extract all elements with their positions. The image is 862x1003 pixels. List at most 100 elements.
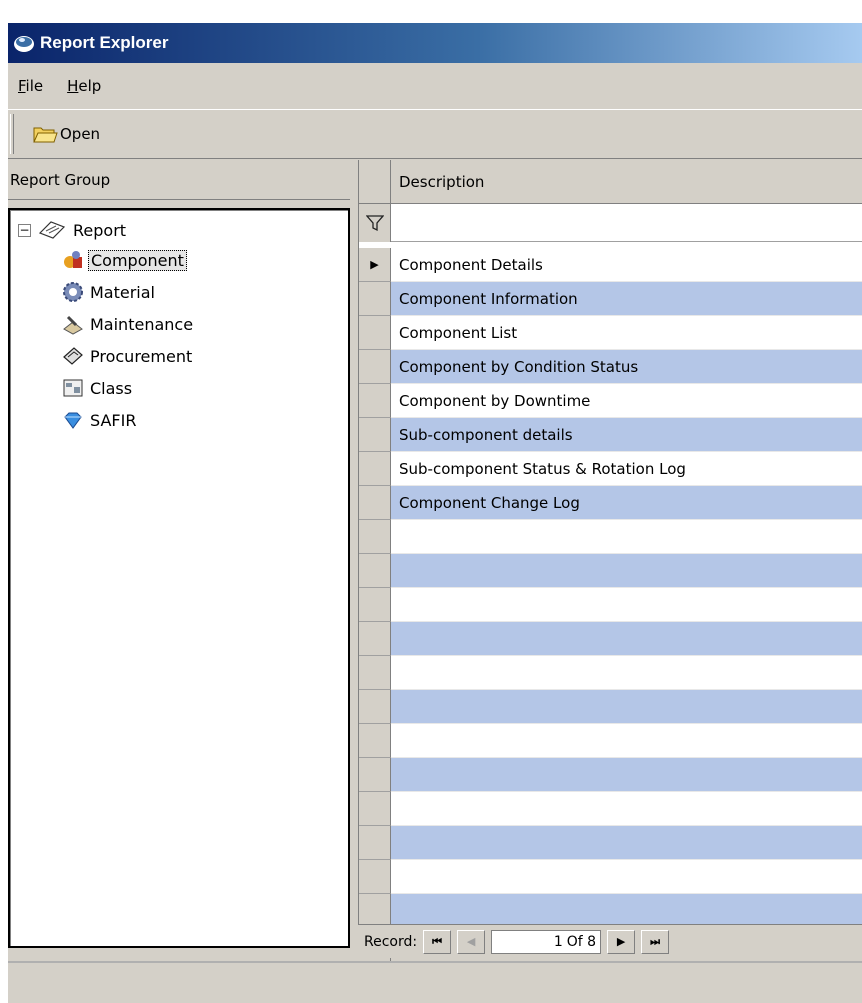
tree-root-report[interactable]: − Report bbox=[18, 218, 126, 242]
report-grid: Description ▶ Component Details Component… bbox=[358, 160, 862, 996]
first-record-button[interactable]: ⏮ bbox=[423, 929, 452, 954]
tree-connector-lines bbox=[24, 242, 64, 442]
tree-root-label: Report bbox=[73, 220, 127, 240]
empty-cell bbox=[391, 520, 862, 554]
tree-item-class[interactable]: Class bbox=[62, 372, 195, 404]
status-bar bbox=[8, 961, 862, 1003]
table-row[interactable]: Component by Condition Status bbox=[359, 350, 862, 384]
empty-row bbox=[359, 826, 862, 860]
collapse-icon[interactable]: − bbox=[18, 223, 31, 237]
grid-header: Description bbox=[359, 160, 862, 204]
component-icon bbox=[64, 251, 82, 268]
empty-cell bbox=[391, 758, 862, 792]
empty-cell bbox=[391, 894, 862, 928]
empty-cell bbox=[391, 724, 862, 758]
tree-item-maintenance[interactable]: Maintenance bbox=[62, 308, 195, 340]
row-selector[interactable] bbox=[359, 316, 391, 350]
empty-cell bbox=[391, 792, 862, 826]
empty-row bbox=[359, 860, 862, 894]
next-record-button[interactable]: ▶ bbox=[607, 929, 636, 954]
row-description[interactable]: Component Details bbox=[391, 248, 862, 282]
previous-record-button[interactable]: ◀ bbox=[457, 929, 486, 954]
row-selector[interactable] bbox=[359, 486, 391, 520]
diamond-icon bbox=[64, 412, 82, 429]
empty-cell bbox=[391, 588, 862, 622]
report-group-title: Report Group bbox=[10, 170, 111, 189]
row-selector bbox=[359, 826, 391, 860]
tree-item-component[interactable]: Component bbox=[62, 244, 195, 276]
row-selector bbox=[359, 792, 391, 826]
filter-row bbox=[359, 204, 862, 242]
row-description[interactable]: Sub-component details bbox=[391, 418, 862, 452]
row-description[interactable]: Component List bbox=[391, 316, 862, 350]
row-selector[interactable] bbox=[359, 418, 391, 452]
row-selector[interactable] bbox=[359, 282, 391, 316]
title-bar[interactable]: Report Explorer bbox=[8, 23, 862, 63]
report-explorer-window: Report Explorer File Help Open Report Gr… bbox=[8, 23, 862, 1003]
table-row[interactable]: Component List bbox=[359, 316, 862, 350]
report-group-tree[interactable]: − Report Component Material Maintenance … bbox=[8, 208, 350, 948]
record-total: Of 8 bbox=[566, 933, 597, 950]
tree-item-safir[interactable]: SAFIR bbox=[62, 404, 195, 436]
row-description[interactable]: Sub-component Status & Rotation Log bbox=[391, 452, 862, 486]
menu-help[interactable]: Help bbox=[67, 77, 101, 95]
empty-row bbox=[359, 690, 862, 724]
row-selector bbox=[359, 894, 391, 928]
empty-cell bbox=[391, 860, 862, 894]
row-description[interactable]: Component Information bbox=[391, 282, 862, 316]
empty-row bbox=[359, 656, 862, 690]
row-description[interactable]: Component by Downtime bbox=[391, 384, 862, 418]
row-selector bbox=[359, 758, 391, 792]
row-selector[interactable] bbox=[359, 452, 391, 486]
grid-rows: ▶ Component Details Component Information… bbox=[359, 248, 862, 996]
table-row[interactable]: Component Information bbox=[359, 282, 862, 316]
current-record: 1 bbox=[553, 933, 563, 950]
empty-row bbox=[359, 622, 862, 656]
table-row[interactable]: Sub-component Status & Rotation Log bbox=[359, 452, 862, 486]
tree-item-material[interactable]: Material bbox=[62, 276, 195, 308]
column-header-description[interactable]: Description bbox=[391, 160, 862, 203]
row-selector bbox=[359, 588, 391, 622]
report-group-header: Report Group bbox=[8, 160, 350, 200]
empty-cell bbox=[391, 554, 862, 588]
empty-row bbox=[359, 894, 862, 928]
row-selector bbox=[359, 690, 391, 724]
record-position-field[interactable]: 1 Of 8 bbox=[491, 929, 602, 954]
table-row[interactable]: Component by Downtime bbox=[359, 384, 862, 418]
empty-row bbox=[359, 758, 862, 792]
empty-row bbox=[359, 588, 862, 622]
toolbar: Open bbox=[8, 109, 862, 159]
toolbar-grip[interactable] bbox=[10, 114, 14, 154]
table-row[interactable]: Sub-component details bbox=[359, 418, 862, 452]
empty-cell bbox=[391, 690, 862, 724]
next-record-icon: ▶ bbox=[616, 935, 626, 948]
row-description[interactable]: Component by Condition Status bbox=[391, 350, 862, 384]
last-record-button[interactable]: ⏭ bbox=[641, 929, 670, 954]
table-row[interactable]: ▶ Component Details bbox=[359, 248, 862, 282]
report-icon bbox=[38, 221, 66, 239]
grid-corner[interactable] bbox=[359, 160, 391, 204]
menu-file[interactable]: File bbox=[18, 77, 43, 95]
empty-cell bbox=[391, 656, 862, 690]
empty-cell bbox=[391, 826, 862, 860]
empty-row bbox=[359, 520, 862, 554]
empty-cell bbox=[391, 622, 862, 656]
row-selector bbox=[359, 724, 391, 758]
empty-row bbox=[359, 724, 862, 758]
row-selector[interactable] bbox=[359, 384, 391, 418]
empty-row bbox=[359, 792, 862, 826]
window-title: Report Explorer bbox=[40, 33, 169, 52]
row-description[interactable]: Component Change Log bbox=[391, 486, 862, 520]
row-selector[interactable]: ▶ bbox=[359, 248, 391, 282]
filter-icon bbox=[365, 215, 384, 232]
class-icon bbox=[63, 379, 83, 397]
last-record-icon: ⏭ bbox=[650, 934, 661, 948]
gear-icon bbox=[63, 282, 83, 302]
table-row[interactable]: Component Change Log bbox=[359, 486, 862, 520]
filter-input[interactable] bbox=[391, 204, 862, 241]
filter-selector[interactable] bbox=[359, 204, 391, 242]
tree-item-procurement[interactable]: Procurement bbox=[62, 340, 195, 372]
open-button[interactable]: Open bbox=[32, 123, 100, 145]
row-selector[interactable] bbox=[359, 350, 391, 384]
record-navigator: Record: ⏮ ◀ 1 Of 8 ▶ ⏭ bbox=[358, 924, 862, 958]
